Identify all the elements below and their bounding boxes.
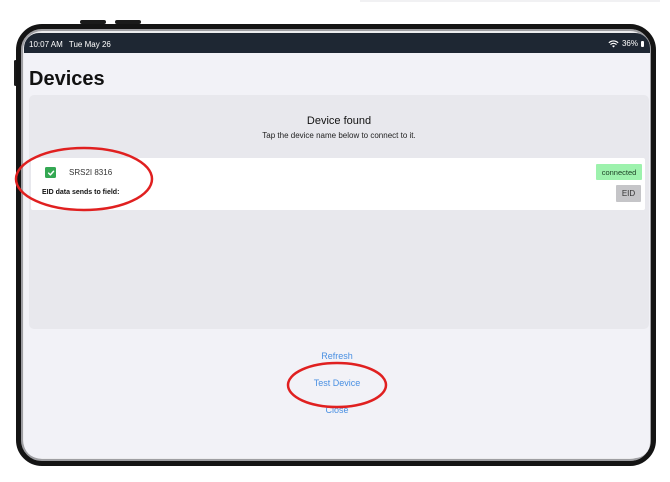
tablet-screen: 10:07 AM Tue May 26 36% Devices Device f… bbox=[24, 33, 650, 458]
eid-field-button[interactable]: EID bbox=[616, 185, 641, 202]
card-title: Device found bbox=[306, 115, 372, 127]
card-subtitle: Tap the device name below to connect to … bbox=[262, 131, 416, 140]
page-title: Devices bbox=[29, 68, 105, 90]
checkmark-icon bbox=[47, 170, 54, 176]
refresh-button[interactable]: Refresh bbox=[24, 351, 650, 361]
device-row[interactable]: SRS2I 8316 connected EID data sends to f… bbox=[31, 158, 645, 210]
device-name[interactable]: SRS2I 8316 bbox=[69, 168, 112, 177]
wifi-icon bbox=[608, 39, 619, 48]
status-bar: 10:07 AM Tue May 26 36% bbox=[24, 33, 650, 53]
battery-icon bbox=[641, 40, 644, 47]
close-button[interactable]: Close bbox=[24, 405, 650, 415]
device-card: Device found Tap the device name below t… bbox=[29, 95, 649, 329]
eid-field-label: EID data sends to field: bbox=[42, 189, 120, 196]
status-time: 10:07 AM bbox=[29, 40, 63, 49]
battery-percent: 36% bbox=[621, 39, 638, 48]
connection-status-badge: connected bbox=[596, 164, 642, 180]
status-date: Tue May 26 bbox=[68, 40, 111, 49]
background-line bbox=[360, 0, 660, 2]
test-device-button[interactable]: Test Device bbox=[24, 378, 650, 388]
device-checkbox[interactable] bbox=[45, 167, 56, 178]
